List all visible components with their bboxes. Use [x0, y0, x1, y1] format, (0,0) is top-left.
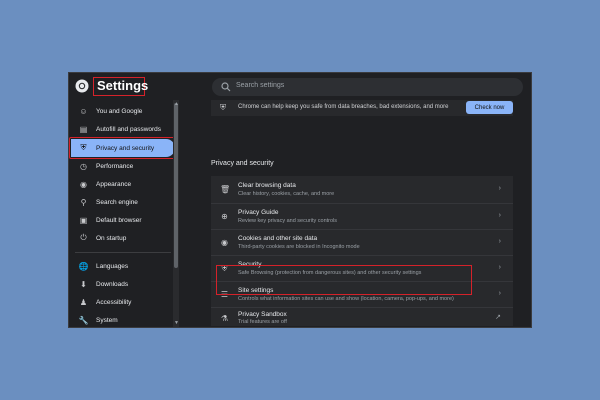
- performance-icon: ◷: [80, 161, 87, 171]
- sidebar-item-label: System: [96, 316, 118, 324]
- row-subtitle: Third-party cookies are blocked in Incog…: [238, 244, 360, 250]
- search-icon: ⚲: [80, 197, 87, 207]
- search-icon: [221, 82, 231, 92]
- flask-icon: ⚗: [220, 314, 229, 323]
- sidebar-item-label: You and Google: [96, 107, 143, 115]
- sidebar-item-label: Downloads: [96, 280, 129, 288]
- sidebar-item-on-startup[interactable]: ⏻ On startup: [71, 229, 175, 247]
- row-title: Privacy Guide: [238, 209, 279, 216]
- accessibility-icon: ♟: [79, 297, 88, 307]
- row-title: Clear browsing data: [238, 182, 296, 189]
- row-title: Cookies and other site data: [238, 235, 318, 242]
- palette-icon: ◉: [80, 179, 87, 189]
- page-title: Settings: [97, 78, 149, 93]
- row-privacy-sandbox[interactable]: ⚗ Privacy Sandbox Trial features are off…: [211, 307, 513, 327]
- sidebar-item-you-and-google[interactable]: ☺ You and Google: [71, 102, 175, 120]
- autofill-icon: ▤: [79, 124, 88, 134]
- sidebar-item-languages[interactable]: 🌐 Languages: [71, 257, 175, 275]
- chevron-right-icon: ›: [498, 290, 501, 297]
- sidebar-item-appearance[interactable]: ◉ Appearance: [71, 175, 175, 193]
- download-icon: ⬇: [80, 279, 87, 289]
- safety-check-text: Chrome can help keep you safe from data …: [238, 104, 449, 110]
- shield-icon: ⛨: [220, 103, 226, 112]
- sidebar-scroll-thumb[interactable]: [174, 103, 178, 268]
- row-subtitle: Clear history, cookies, cache, and more: [238, 191, 335, 197]
- sidebar-item-search-engine[interactable]: ⚲ Search engine: [71, 193, 175, 211]
- section-title: Privacy and security: [211, 160, 274, 167]
- site-settings-highlight: [216, 265, 472, 295]
- sidebar-divider: [75, 252, 171, 253]
- scroll-up-icon[interactable]: ▲: [174, 101, 179, 107]
- sidebar-item-accessibility[interactable]: ♟ Accessibility: [71, 293, 175, 311]
- sidebar-item-label: Autofill and passwords: [96, 125, 162, 133]
- row-clear-browsing-data[interactable]: 🗑 Clear browsing data Clear history, coo…: [211, 177, 513, 203]
- sidebar-item-performance[interactable]: ◷ Performance: [71, 157, 175, 175]
- chevron-right-icon: ›: [498, 238, 501, 245]
- sidebar-item-label: Performance: [96, 162, 134, 170]
- sidebar-item-label: Appearance: [96, 180, 132, 188]
- trash-icon: 🗑: [220, 185, 231, 194]
- sidebar-item-label: Default browser: [96, 216, 142, 224]
- search-placeholder: Search settings: [236, 82, 285, 89]
- sidebar-item-label: Accessibility: [96, 298, 132, 306]
- google-icon: ☺: [79, 106, 88, 116]
- sidebar-item-label: Search engine: [96, 198, 138, 206]
- globe-icon: 🌐: [78, 261, 89, 271]
- sidebar-item-default-browser[interactable]: ▣ Default browser: [71, 211, 175, 229]
- privacy-highlight: [69, 137, 175, 159]
- row-subtitle: Review key privacy and security controls: [238, 218, 338, 224]
- browser-icon: ▣: [79, 215, 88, 225]
- chevron-right-icon: ›: [498, 212, 501, 219]
- sidebar-item-label: Languages: [96, 262, 129, 270]
- sidebar-item-downloads[interactable]: ⬇ Downloads: [71, 275, 175, 293]
- row-cookies[interactable]: ◉ Cookies and other site data Third-part…: [211, 229, 513, 255]
- safety-check-card: ⛨ Chrome can help keep you safe from dat…: [211, 100, 513, 116]
- guide-icon: ⊕: [221, 212, 228, 221]
- row-title: Privacy Sandbox: [238, 311, 287, 318]
- chrome-logo-icon: [75, 79, 89, 93]
- external-link-icon: ↗: [495, 314, 501, 321]
- sidebar: ☺ You and Google ▤ Autofill and password…: [69, 100, 179, 327]
- sidebar-item-label: On startup: [96, 234, 127, 242]
- cookie-icon: ◉: [221, 238, 228, 247]
- check-now-button[interactable]: Check now: [466, 101, 513, 114]
- row-privacy-guide[interactable]: ⊕ Privacy Guide Review key privacy and s…: [211, 203, 513, 229]
- search-input[interactable]: Search settings: [212, 78, 523, 96]
- chevron-right-icon: ›: [498, 264, 501, 271]
- power-icon: ⏻: [80, 233, 87, 242]
- scroll-down-icon[interactable]: ▼: [174, 320, 179, 326]
- settings-header: Settings Search settings: [69, 73, 531, 100]
- sidebar-item-system[interactable]: 🔧 System: [71, 311, 175, 327]
- wrench-icon: 🔧: [78, 315, 89, 325]
- chevron-right-icon: ›: [498, 185, 501, 192]
- sidebar-item-autofill[interactable]: ▤ Autofill and passwords: [71, 120, 175, 138]
- row-subtitle: Controls what information sites can use …: [238, 296, 454, 302]
- row-subtitle: Trial features are off: [238, 319, 287, 325]
